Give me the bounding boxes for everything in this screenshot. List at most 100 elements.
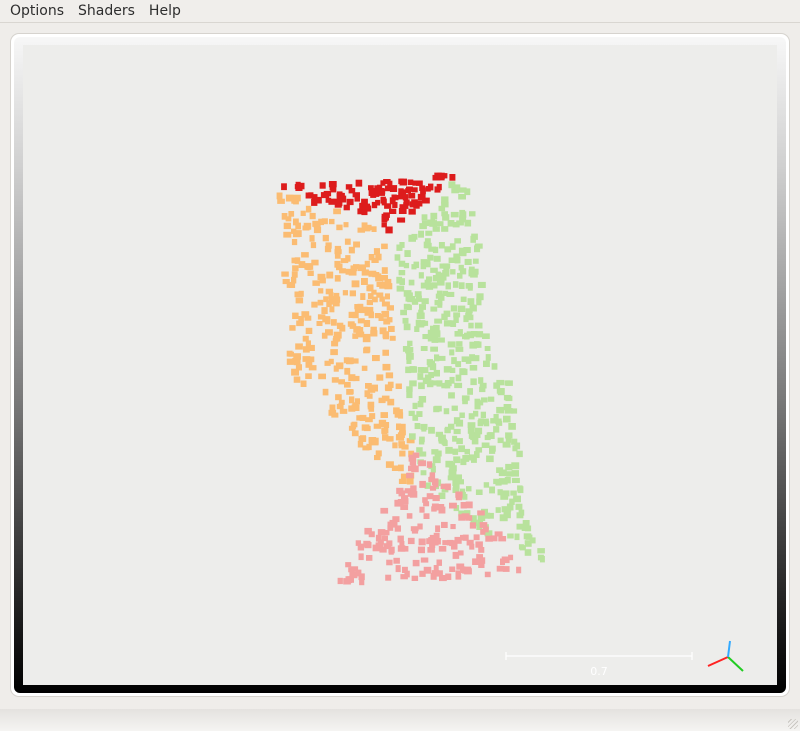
resize-grip-icon[interactable]	[788, 719, 798, 729]
cloud-point	[479, 382, 487, 389]
cloud-point	[351, 280, 360, 288]
cloud-point	[432, 226, 440, 232]
cloud-point	[453, 417, 461, 425]
cloud-point	[434, 299, 443, 306]
cloud-point	[457, 305, 466, 312]
cloud-point	[436, 183, 442, 191]
cloud-point	[351, 404, 360, 411]
cloud-point	[455, 474, 462, 480]
cloud-point	[373, 248, 380, 255]
cloud-point	[452, 222, 460, 228]
cloud-point	[460, 458, 467, 466]
menu-options[interactable]: Options	[0, 0, 71, 22]
cloud-point	[445, 573, 452, 580]
cloud-point	[348, 567, 355, 573]
cloud-point	[289, 325, 296, 331]
cloud-point	[432, 495, 440, 502]
menu-help[interactable]: Help	[142, 0, 188, 22]
cloud-point	[406, 391, 413, 399]
cloud-point	[462, 493, 468, 500]
cloud-point	[517, 486, 524, 494]
cloud-point	[448, 392, 455, 399]
cloud-point	[428, 426, 435, 434]
cloud-point	[430, 380, 438, 386]
cloud-point	[443, 408, 450, 415]
cloud-point	[281, 271, 289, 277]
cloud-point	[470, 433, 478, 441]
cloud-point	[400, 473, 407, 480]
cloud-point	[489, 447, 496, 454]
cloud-point	[334, 253, 341, 259]
cloud-point	[426, 359, 433, 365]
cloud-point	[336, 224, 343, 231]
cloud-point	[309, 235, 315, 242]
cloud-point	[451, 405, 458, 411]
cloud-point	[459, 412, 465, 418]
cloud-point	[495, 420, 503, 426]
cloud-point	[351, 312, 357, 318]
cloud-point	[393, 557, 400, 564]
cloud-point	[511, 438, 518, 445]
cloud-point	[304, 315, 312, 321]
cloud-point	[380, 507, 389, 514]
point-cloud-canvas[interactable]: 0.7	[23, 45, 777, 685]
cloud-point	[444, 246, 452, 253]
cloud-point	[485, 354, 491, 361]
cloud-point	[421, 426, 427, 432]
cloud-point	[344, 381, 351, 388]
axis-z-line	[727, 640, 731, 658]
cloud-point	[498, 536, 507, 542]
cloud-point	[477, 281, 486, 288]
cloud-point	[464, 332, 470, 340]
cloud-point	[371, 226, 377, 232]
cloud-point	[417, 523, 423, 530]
viewer-viewport[interactable]: 0.7	[14, 37, 786, 693]
cloud-point	[423, 501, 430, 507]
cloud-point	[339, 408, 348, 414]
cloud-point	[386, 540, 393, 547]
cloud-point	[291, 257, 297, 264]
cloud-point	[467, 388, 473, 395]
cloud-point	[448, 181, 456, 189]
cloud-point	[292, 312, 299, 319]
cloud-point	[516, 566, 522, 574]
cloud-point	[325, 197, 332, 203]
cloud-point	[504, 380, 511, 386]
cloud-point	[431, 506, 437, 512]
cloud-point	[469, 522, 476, 529]
cloud-point	[334, 245, 342, 253]
cloud-point	[371, 289, 377, 295]
cloud-point	[481, 397, 488, 403]
cloud-point	[286, 358, 294, 365]
cloud-point	[329, 306, 335, 313]
cloud-point	[434, 450, 442, 457]
cloud-point	[388, 325, 395, 332]
cloud-point	[423, 513, 430, 519]
cloud-point	[407, 340, 413, 346]
cloud-point	[475, 447, 483, 453]
cloud-point	[449, 566, 456, 572]
cloud-point	[408, 465, 414, 472]
cloud-point	[381, 267, 388, 274]
cloud-point	[474, 427, 483, 435]
cloud-point	[418, 439, 425, 445]
cloud-point	[329, 218, 335, 225]
cloud-point	[323, 296, 329, 303]
cloud-point	[403, 202, 409, 209]
cloud-point	[354, 195, 360, 202]
cloud-point	[387, 525, 394, 531]
point-cloud-svg[interactable]: 0.7	[23, 45, 777, 685]
menu-shaders[interactable]: Shaders	[71, 0, 142, 22]
cloud-point	[298, 182, 305, 190]
cloud-point	[400, 504, 409, 510]
cloud-point	[429, 485, 437, 491]
cloud-point	[436, 380, 443, 387]
cloud-point	[441, 521, 448, 528]
cloud-point	[430, 306, 438, 312]
cloud-point	[403, 323, 411, 331]
cloud-point	[510, 490, 517, 496]
cloud-point	[471, 355, 480, 362]
cloud-point	[470, 378, 477, 386]
cloud-point	[395, 565, 401, 573]
cloud-point	[489, 486, 495, 494]
